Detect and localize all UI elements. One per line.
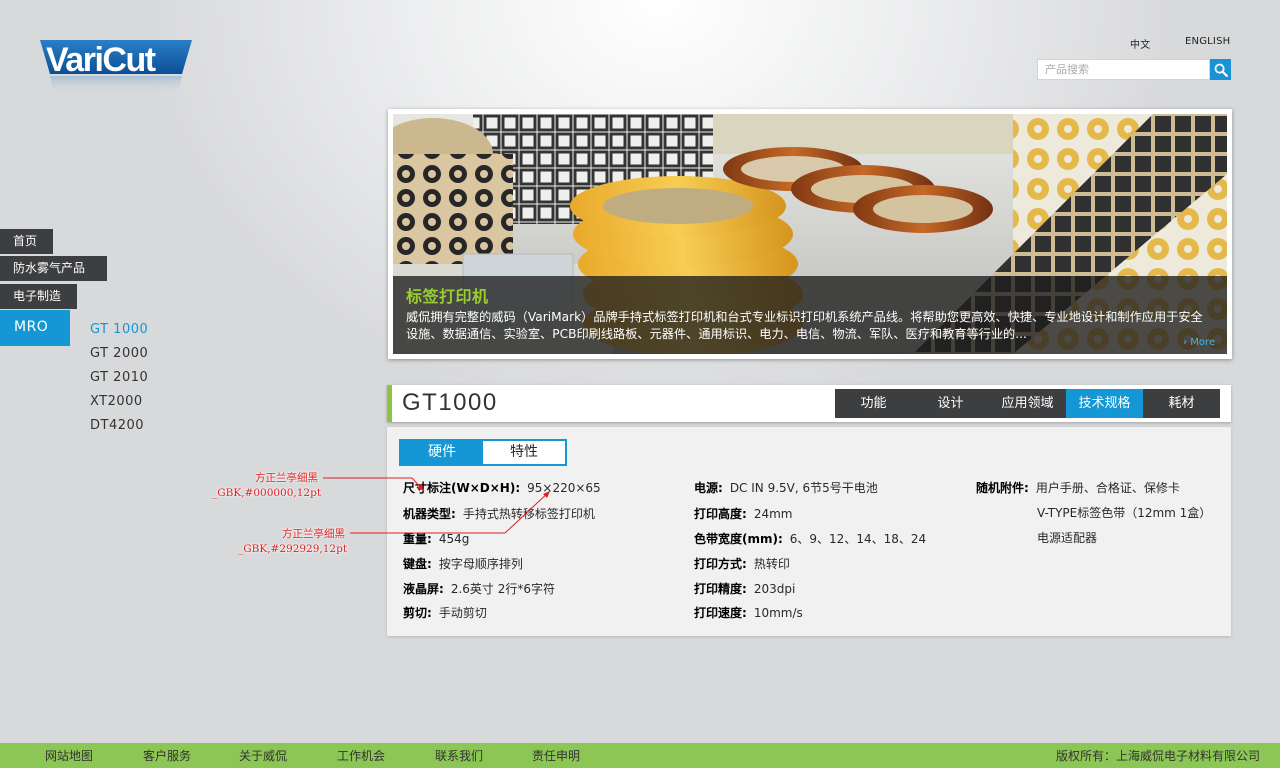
annotation-leader-lines [323, 477, 551, 534]
footer-link-contact[interactable]: 联系我们 [435, 747, 483, 764]
annotation-line: _GBK,#000000,12pt [212, 487, 322, 499]
annotation-line: 方正兰亭细黑 [255, 472, 318, 484]
footer-link-disclaimer[interactable]: 责任申明 [532, 747, 580, 764]
footer-link-careers[interactable]: 工作机会 [337, 747, 385, 764]
font-annotation: 方正兰亭细黑 _GBK,#000000,12pt [212, 471, 322, 501]
footer: 网站地图 客户服务 关于威侃 工作机会 联系我们 责任申明 版权所有：上海威侃电… [0, 743, 1280, 768]
footer-link-about[interactable]: 关于威侃 [239, 747, 287, 764]
footer-link-customer-service[interactable]: 客户服务 [143, 747, 191, 764]
footer-link-sitemap[interactable]: 网站地图 [45, 747, 93, 764]
copyright: 版权所有：上海威侃电子材料有限公司 [1055, 749, 1260, 763]
annotation-line: 方正兰亭细黑 [282, 528, 345, 540]
font-annotation: 方正兰亭细黑 _GBK,#292929,12pt [238, 527, 348, 557]
annotation-line: _GBK,#292929,12pt [238, 543, 348, 555]
